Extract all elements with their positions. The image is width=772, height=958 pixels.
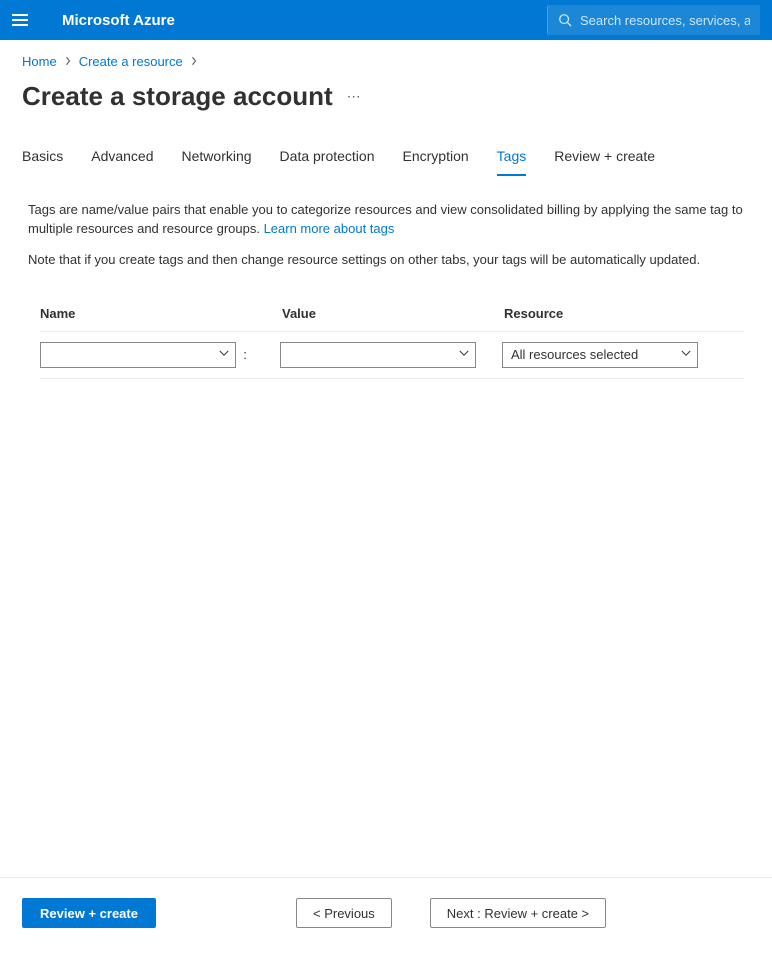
search-input[interactable] bbox=[580, 13, 750, 28]
col-header-resource: Resource bbox=[504, 306, 744, 321]
page-title: Create a storage account bbox=[22, 81, 333, 112]
chevron-right-icon bbox=[65, 54, 71, 69]
search-box[interactable] bbox=[547, 5, 760, 35]
tabs: Basics Advanced Networking Data protecti… bbox=[0, 112, 772, 177]
breadcrumb-create-resource[interactable]: Create a resource bbox=[79, 54, 183, 69]
chevron-down-icon bbox=[681, 350, 691, 360]
more-actions-icon[interactable]: ⋯ bbox=[347, 88, 362, 105]
title-row: Create a storage account ⋯ bbox=[0, 69, 772, 112]
next-button[interactable]: Next : Review + create > bbox=[430, 898, 606, 928]
hamburger-menu-icon[interactable] bbox=[12, 10, 32, 30]
tag-name-combo[interactable] bbox=[40, 342, 236, 368]
breadcrumb: Home Create a resource bbox=[0, 40, 772, 69]
search-icon bbox=[558, 13, 572, 27]
tag-resource-value: All resources selected bbox=[511, 347, 638, 362]
tab-encryption[interactable]: Encryption bbox=[403, 148, 469, 176]
tab-basics[interactable]: Basics bbox=[22, 148, 63, 176]
tag-value-combo[interactable] bbox=[280, 342, 476, 368]
footer: Review + create < Previous Next : Review… bbox=[0, 877, 772, 958]
breadcrumb-home[interactable]: Home bbox=[22, 54, 57, 69]
tag-resource-combo[interactable]: All resources selected bbox=[502, 342, 698, 368]
review-create-button[interactable]: Review + create bbox=[22, 898, 156, 928]
tab-review-create[interactable]: Review + create bbox=[554, 148, 655, 176]
desc-para2: Note that if you create tags and then ch… bbox=[28, 251, 744, 270]
chevron-right-icon bbox=[191, 54, 197, 69]
tag-table-header: Name Value Resource bbox=[40, 306, 744, 331]
chevron-down-icon bbox=[219, 350, 229, 360]
learn-more-link[interactable]: Learn more about tags bbox=[264, 221, 395, 236]
chevron-down-icon bbox=[459, 350, 469, 360]
tab-advanced[interactable]: Advanced bbox=[91, 148, 153, 176]
top-header: Microsoft Azure bbox=[0, 0, 772, 40]
col-header-value: Value bbox=[282, 306, 504, 321]
tag-row: : All resources selected bbox=[40, 331, 744, 379]
tab-tags[interactable]: Tags bbox=[497, 148, 527, 176]
tab-data-protection[interactable]: Data protection bbox=[280, 148, 375, 176]
col-header-name: Name bbox=[40, 306, 282, 321]
previous-button[interactable]: < Previous bbox=[296, 898, 392, 928]
description: Tags are name/value pairs that enable yo… bbox=[0, 177, 772, 282]
tag-separator: : bbox=[236, 347, 254, 362]
brand-label: Microsoft Azure bbox=[62, 12, 175, 29]
tag-table: Name Value Resource : All resources sele… bbox=[0, 282, 772, 379]
tab-networking[interactable]: Networking bbox=[182, 148, 252, 176]
